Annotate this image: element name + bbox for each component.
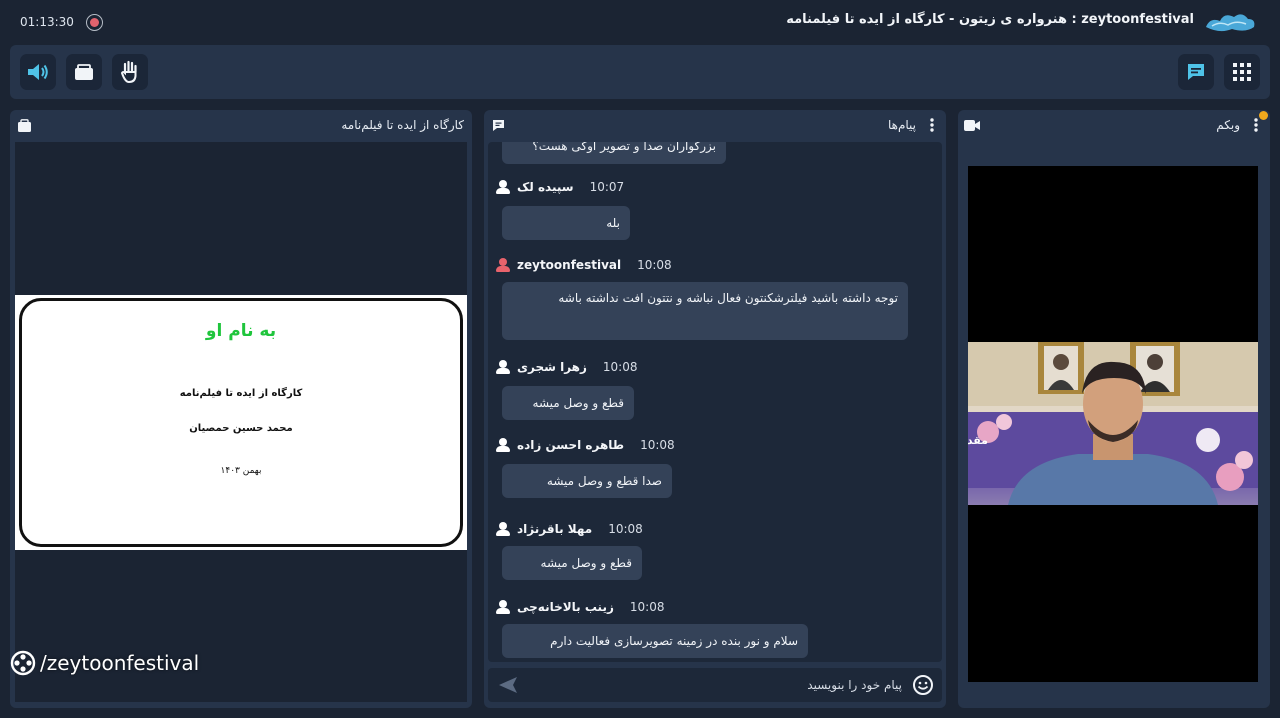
message-time: 10:08 [640, 438, 675, 452]
webcam-header: وبکم [958, 110, 1270, 140]
presentation-icon [18, 119, 31, 132]
slide-presenter-name: محمد حسین حمصیان [189, 423, 293, 434]
message-sender: مهلا باقرنژاد [517, 522, 593, 536]
user-avatar-icon [496, 438, 510, 452]
chat-toggle-button[interactable] [1178, 54, 1214, 90]
user-avatar-icon [496, 258, 510, 272]
toolbar [10, 45, 1270, 99]
share-screen-button[interactable] [66, 54, 102, 90]
presentation-panel: کارگاه از ایده تا فیلم‌نامه به نام او کا… [10, 110, 472, 708]
message-bubble: قطع و وصل میشه [502, 386, 634, 420]
slide-workshop-title: کارگاه از ایده تا فیلم‌نامه [179, 388, 303, 399]
banner-text: مقدم ... چند را [968, 434, 988, 447]
presentation-title: کارگاه از ایده تا فیلم‌نامه [341, 118, 464, 132]
message-composer [488, 668, 942, 702]
message-input[interactable] [528, 672, 902, 698]
chat-icon [1188, 64, 1204, 80]
watermark-text: /zeytoonfestival [40, 651, 200, 675]
apps-grid-icon [1233, 63, 1251, 81]
message-time: 10:07 [589, 180, 625, 194]
message-sender: سپیده لک [517, 180, 574, 194]
chat-icon [493, 120, 504, 131]
message-bubble: قطع و وصل میشه [502, 546, 642, 580]
more-options-icon[interactable] [930, 118, 934, 132]
user-avatar-icon [496, 600, 510, 614]
message-sender: زهرا شجری [517, 360, 587, 374]
message-time: 10:08 [608, 522, 643, 536]
record-indicator-icon[interactable] [86, 14, 103, 31]
message-bubble: سلام و نور بنده در زمینه تصویرسازی فعالی… [502, 624, 808, 658]
cloud-logo-icon [1206, 14, 1255, 32]
chat-header: پیام‌ها [484, 110, 946, 140]
send-icon[interactable] [498, 676, 518, 694]
user-avatar-icon [496, 360, 510, 374]
camera-icon [964, 120, 980, 131]
top-bar: 01:13:30 zeytoonfestival : هنرواره ی زیت… [0, 0, 1280, 44]
session-timer: 01:13:30 [20, 15, 74, 29]
chat-title: پیام‌ها [887, 118, 916, 132]
watermark: /zeytoonfestival [10, 650, 199, 676]
message-sender: zeytoonfestival [517, 258, 622, 272]
message-header: zeytoonfestival 10:08 [496, 258, 672, 272]
webcam-scene: مقدم ... چند را [968, 342, 1258, 505]
user-avatar-icon [496, 180, 510, 194]
slide-heading: به نام او [205, 321, 277, 341]
message-bubble: توجه داشته باشید فیلترشکنتون فعال نباشه … [502, 282, 908, 340]
message-bubble: بزرگواران صدا و تصویر اوکی هست؟ [502, 142, 726, 164]
message-bubble: بله [502, 206, 630, 240]
raise-hand-icon [120, 60, 137, 84]
message-header: زینب بالاخانه‌چی 10:08 [496, 600, 664, 614]
film-reel-icon [10, 650, 36, 676]
webcam-viewport[interactable]: مقدم ... چند را [968, 166, 1258, 682]
presentation-header: کارگاه از ایده تا فیلم‌نامه [10, 110, 472, 140]
message-sender: طاهره احسن زاده [517, 438, 625, 452]
presentation-viewer[interactable]: به نام او کارگاه از ایده تا فیلم‌نامه مح… [15, 142, 467, 702]
apps-button[interactable] [1224, 54, 1260, 90]
message-header: سپیده لک 10:07 [496, 180, 624, 194]
user-avatar-icon [496, 522, 510, 536]
share-screen-icon [75, 64, 93, 80]
message-header: زهرا شجری 10:08 [496, 360, 638, 374]
message-time: 10:08 [637, 258, 672, 272]
slide: به نام او کارگاه از ایده تا فیلم‌نامه مح… [15, 295, 467, 550]
chat-panel: پیام‌ها بزرگواران صدا و تصویر اوکی هست؟ … [484, 110, 946, 708]
webcam-video: مقدم ... چند را [968, 342, 1258, 505]
chat-message-list[interactable]: بزرگواران صدا و تصویر اوکی هست؟ سپیده لک… [488, 142, 942, 662]
speaker-icon [28, 64, 48, 80]
speaker-button[interactable] [20, 54, 56, 90]
message-header: مهلا باقرنژاد 10:08 [496, 522, 643, 536]
room-title: zeytoonfestival : هنرواره ی زیتون - کارگ… [786, 12, 1194, 27]
slide-date: بهمن ۱۴۰۳ [220, 466, 262, 476]
webcam-panel: وبکم مقد [958, 110, 1270, 708]
raise-hand-button[interactable] [112, 54, 148, 90]
emoji-icon[interactable] [912, 674, 934, 696]
notification-dot [1259, 111, 1268, 120]
webcam-title: وبکم [1216, 118, 1240, 132]
message-sender: زینب بالاخانه‌چی [517, 600, 614, 614]
more-options-icon[interactable] [1254, 118, 1258, 132]
message-bubble: صدا قطع و وصل میشه [502, 464, 672, 498]
message-time: 10:08 [602, 360, 638, 374]
message-header: طاهره احسن زاده 10:08 [496, 438, 675, 452]
message-time: 10:08 [629, 600, 665, 614]
